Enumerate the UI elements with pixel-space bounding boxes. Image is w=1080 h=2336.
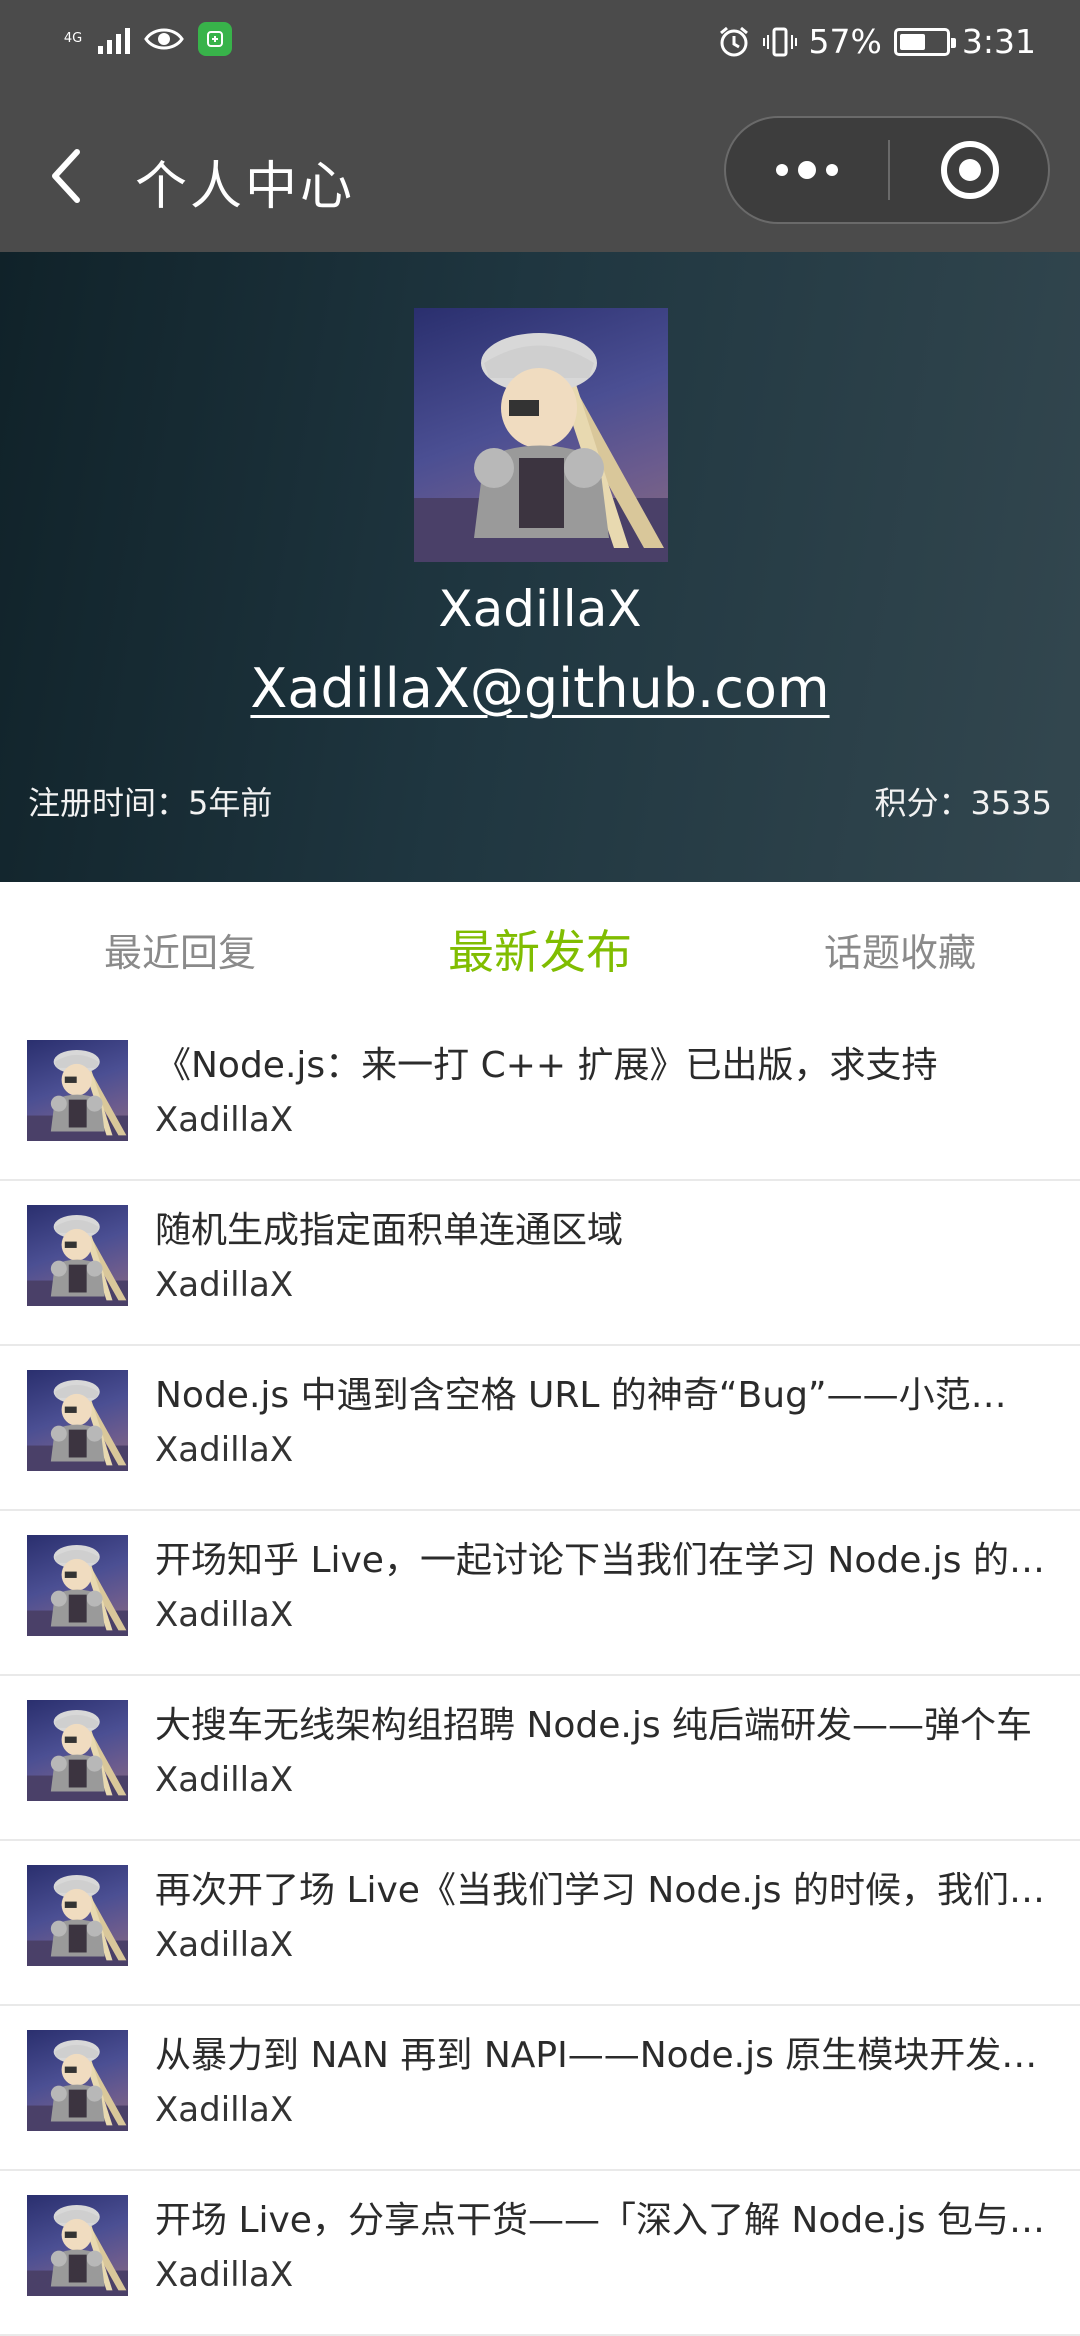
- avatar-character-icon: [27, 1214, 128, 1306]
- status-left: 4G: [62, 22, 232, 56]
- title-bar: 个人中心: [0, 92, 1080, 252]
- list-item[interactable]: 大搜车无线架构组招聘 Node.js 纯后端研发——弹个车 XadillaX: [0, 1676, 1080, 1841]
- avatar: [27, 2195, 128, 2296]
- avatar-character-icon: [27, 2204, 128, 2296]
- status-right: 57% 3:31: [717, 22, 1036, 61]
- chevron-left-icon: [52, 149, 80, 203]
- topic-title: 从暴力到 NAN 再到 NAPI——Node.js 原生模块开发…: [155, 2035, 1038, 2076]
- avatar-character-icon: [27, 1874, 128, 1966]
- topic-title: 《Node.js：来一打 C++ 扩展》已出版，求支持: [155, 1045, 938, 1086]
- avatar-character-icon: [27, 1709, 128, 1801]
- topic-author: XadillaX: [155, 1760, 294, 1800]
- tab-latest-posts[interactable]: 最新发布: [360, 882, 720, 1016]
- username: XadillaX: [438, 580, 642, 638]
- topic-title: 随机生成指定面积单连通区域: [155, 1210, 624, 1251]
- alarm-icon: [719, 26, 748, 56]
- battery-icon: [893, 27, 956, 56]
- page-title: 个人中心: [135, 157, 356, 217]
- avatar: [27, 1040, 128, 1141]
- list-item[interactable]: 开场知乎 Live，一起讨论下当我们在学习 Node.js 的… Xadilla…: [0, 1511, 1080, 1676]
- avatar: [27, 1370, 128, 1471]
- list-item[interactable]: 开场 Live，分享点干货——「深入了解 Node.js 包与… Xadilla…: [0, 2171, 1080, 2336]
- topic-title: 大搜车无线架构组招聘 Node.js 纯后端研发——弹个车: [155, 1705, 1033, 1746]
- clock: 3:31: [961, 22, 1036, 61]
- avatar-character-icon: [27, 1049, 128, 1141]
- avatar: [27, 2030, 128, 2131]
- topic-author: XadillaX: [155, 1925, 294, 1965]
- avatar: [27, 1535, 128, 1636]
- avatar-character-icon: [414, 333, 668, 562]
- target-close-icon: [941, 141, 999, 199]
- battery-fill: [899, 33, 925, 50]
- avatar-character-icon: [27, 2039, 128, 2131]
- topic-title: 开场 Live，分享点干货——「深入了解 Node.js 包与…: [155, 2200, 1045, 2241]
- tab-favorites[interactable]: 话题收藏: [720, 882, 1080, 1016]
- github-link[interactable]: XadillaX@github.com: [0, 657, 1080, 720]
- more-button[interactable]: [726, 118, 888, 222]
- app-badge-icon: [198, 22, 232, 56]
- list-item[interactable]: 《Node.js：来一打 C++ 扩展》已出版，求支持 XadillaX: [0, 1016, 1080, 1181]
- tab-recent-replies[interactable]: 最近回复: [0, 882, 360, 1016]
- avatar: [27, 1700, 128, 1801]
- topic-title: 再次开了场 Live《当我们学习 Node.js 的时候，我们…: [155, 1870, 1045, 1911]
- mini-program-capsule: [724, 116, 1050, 224]
- list-item[interactable]: Node.js 中遇到含空格 URL 的神奇“Bug”——小范… Xadilla…: [0, 1346, 1080, 1511]
- signal-icon: [98, 24, 130, 54]
- more-dots-icon: [776, 161, 838, 179]
- close-button[interactable]: [890, 118, 1050, 222]
- status-bar: 4G 57% 3:31: [0, 0, 1080, 92]
- profile-header: XadillaX XadillaX@github.com 注册时间：5年前 积分…: [0, 252, 1080, 882]
- register-time: 注册时间：5年前: [28, 784, 273, 822]
- topic-title: 开场知乎 Live，一起讨论下当我们在学习 Node.js 的…: [155, 1540, 1045, 1581]
- avatar: [27, 1205, 128, 1306]
- topic-author: XadillaX: [155, 1595, 294, 1635]
- top-bar: 4G 57% 3:31 个人中心: [0, 0, 1080, 252]
- back-button[interactable]: [32, 136, 102, 216]
- topic-author: XadillaX: [155, 1100, 294, 1140]
- topic-author: XadillaX: [155, 2255, 294, 2295]
- topic-list: 《Node.js：来一打 C++ 扩展》已出版，求支持 XadillaX 随机生…: [0, 1016, 1080, 2336]
- avatar-character-icon: [27, 1379, 128, 1471]
- topic-title: Node.js 中遇到含空格 URL 的神奇“Bug”——小范…: [155, 1375, 1007, 1416]
- topic-author: XadillaX: [155, 1430, 294, 1470]
- topic-author: XadillaX: [155, 1265, 294, 1305]
- list-item[interactable]: 随机生成指定面积单连通区域 XadillaX: [0, 1181, 1080, 1346]
- score: 积分：3535: [874, 784, 1052, 822]
- avatar-character-icon: [27, 1544, 128, 1636]
- battery-percent: 57%: [808, 22, 882, 61]
- vibrate-icon: [762, 27, 797, 56]
- network-label: 4G: [63, 31, 83, 46]
- eye-icon: [144, 28, 184, 50]
- avatar[interactable]: [414, 308, 668, 562]
- list-item[interactable]: 从暴力到 NAN 再到 NAPI——Node.js 原生模块开发… Xadill…: [0, 2006, 1080, 2171]
- list-item[interactable]: 再次开了场 Live《当我们学习 Node.js 的时候，我们… Xadilla…: [0, 1841, 1080, 2006]
- avatar: [27, 1865, 128, 1966]
- tab-bar: 最近回复 最新发布 话题收藏: [0, 882, 1080, 1016]
- topic-author: XadillaX: [155, 2090, 294, 2130]
